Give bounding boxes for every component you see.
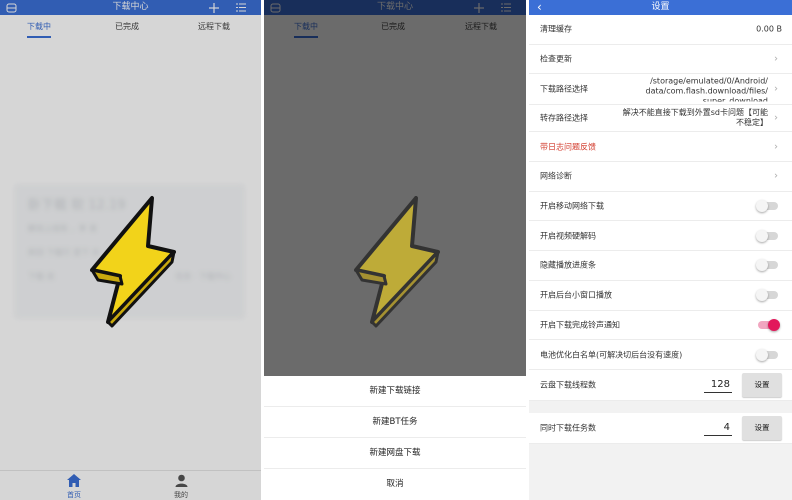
new-download-link-button[interactable]: 新建下载链接 xyxy=(264,376,526,407)
card-footer-right: 任务 · 下载中心 xyxy=(175,272,231,281)
row-label: 清理缓存 xyxy=(540,24,572,34)
check-update-row[interactable]: 检查更新 › xyxy=(529,44,792,75)
toggle-row-hide-progress: 隐藏播放进度条 xyxy=(529,251,792,281)
add-icon[interactable] xyxy=(471,0,486,15)
row-label: 下载路径选择 xyxy=(540,84,588,94)
chevron-right-icon: › xyxy=(774,53,778,65)
user-icon xyxy=(161,474,201,488)
section-divider xyxy=(529,400,792,413)
ringtone-notify-toggle[interactable] xyxy=(758,318,780,331)
row-label: 检查更新 xyxy=(540,54,572,64)
row-label: 隐藏播放进度条 xyxy=(540,260,596,270)
card-footer-left: 下载 说 xyxy=(28,272,55,281)
chevron-right-icon: › xyxy=(774,83,778,95)
path-line: data/com.flash.download/files/ xyxy=(645,86,769,96)
tab-downloading[interactable]: 下载中 xyxy=(27,21,51,38)
row-label: 同时下载任务数 xyxy=(540,423,596,433)
toggle-row-background-window: 开启后台小窗口播放 xyxy=(529,280,792,311)
row-label: 开启移动网络下载 xyxy=(540,201,604,211)
new-cloud-download-button[interactable]: 新建网盘下载 xyxy=(264,438,526,469)
toggle-row-battery-whitelist: 电池优化白名单(可解决切后台没有速度) xyxy=(529,340,792,370)
cloud-threads-input[interactable]: 128 xyxy=(704,378,732,393)
tab-completed[interactable]: 已完成 xyxy=(381,21,405,32)
row-label: 电池优化白名单(可解决切后台没有速度) xyxy=(540,350,683,360)
path-line: 解决不能直接下载到外置sd卡问题【可能 xyxy=(622,108,768,118)
toggle-row-mobile-network: 开启移动网络下载 xyxy=(529,191,792,222)
tab-remote-download[interactable]: 远程下载 xyxy=(465,21,497,32)
download-path-value: /storage/emulated/0/Android/ data/com.fl… xyxy=(646,77,769,102)
title-bar: 下载中心 xyxy=(264,0,526,15)
concurrent-tasks-row: 同时下载任务数 4 设置 xyxy=(529,412,792,444)
toggle-row-hw-decode: 开启视频硬解码 xyxy=(529,221,792,252)
background-window-toggle[interactable] xyxy=(756,289,778,302)
log-feedback-row[interactable]: 带日志问题反馈 › xyxy=(529,132,792,163)
cache-size-value: 0.00 B xyxy=(756,24,782,34)
transfer-path-row[interactable]: 转存路径选择 解决不能直接下载到外置sd卡问题【可能 不稳定】 › xyxy=(529,105,792,133)
path-line: /storage/emulated/0/Android/ xyxy=(650,76,768,86)
row-label: 网络诊断 xyxy=(540,171,572,181)
row-label: 带日志问题反馈 xyxy=(540,142,596,152)
lightning-logo-icon xyxy=(354,196,440,328)
download-center-screen: 下载中心 下载中 已完成 远程下载 卧下载 软 12.19 解说上线有 ，享 发… xyxy=(0,0,261,500)
home-icon xyxy=(54,474,94,488)
mobile-network-toggle[interactable] xyxy=(756,200,778,213)
cancel-button[interactable]: 取消 xyxy=(264,469,526,500)
nav-home[interactable]: 首页 xyxy=(54,474,94,500)
hide-progress-toggle[interactable] xyxy=(756,259,778,272)
row-label: 开启下载完成铃声通知 xyxy=(540,320,620,330)
menu-list-icon[interactable] xyxy=(233,0,248,15)
network-diagnosis-row[interactable]: 网络诊断 › xyxy=(529,162,792,192)
concurrent-tasks-input[interactable]: 4 xyxy=(704,421,732,436)
chevron-right-icon: › xyxy=(774,141,778,153)
new-task-sheet-screen: 下载中心 下载中 已完成 远程下载 新建下载链接 新建BT任务 新建网盘下载 取… xyxy=(264,0,526,500)
tab-downloading[interactable]: 下载中 xyxy=(294,21,318,38)
page-title: 下载中心 xyxy=(112,2,149,12)
set-concurrent-tasks-button[interactable]: 设置 xyxy=(742,415,782,440)
bottom-navigation: 首页 我的 xyxy=(0,470,261,500)
page-title: 下载中心 xyxy=(376,2,413,12)
path-line: 不稳定】 xyxy=(736,118,768,128)
title-bar: 下载中心 xyxy=(0,0,261,15)
toggle-row-ringtone: 开启下载完成铃声通知 xyxy=(529,310,792,341)
clear-cache-row[interactable]: 清理缓存 0.00 B xyxy=(529,15,792,45)
menu-list-icon[interactable] xyxy=(498,0,513,15)
chevron-right-icon: › xyxy=(774,112,778,124)
row-label: 开启后台小窗口播放 xyxy=(540,290,612,300)
title-bar: ‹ 设置 xyxy=(529,0,792,15)
cloud-threads-row: 云盘下载线程数 128 设置 xyxy=(529,369,792,401)
path-line: super_download xyxy=(702,96,768,102)
action-sheet: 新建下载链接 新建BT任务 新建网盘下载 取消 xyxy=(264,376,526,500)
lightning-logo-icon xyxy=(90,196,176,328)
tab-bar: 下载中 已完成 远程下载 xyxy=(0,15,261,39)
set-cloud-threads-button[interactable]: 设置 xyxy=(742,372,782,397)
tab-bar: 下载中 已完成 远程下载 xyxy=(264,15,526,39)
hardware-decode-toggle[interactable] xyxy=(756,229,778,242)
chevron-right-icon: › xyxy=(774,170,778,182)
add-icon[interactable] xyxy=(206,0,221,15)
new-bt-task-button[interactable]: 新建BT任务 xyxy=(264,407,526,438)
row-label: 云盘下载线程数 xyxy=(540,380,596,390)
tab-completed[interactable]: 已完成 xyxy=(115,21,139,32)
row-label: 开启视频硬解码 xyxy=(540,231,596,241)
battery-whitelist-toggle[interactable] xyxy=(756,348,778,361)
nav-mine[interactable]: 我的 xyxy=(161,474,201,500)
row-label: 转存路径选择 xyxy=(540,113,588,123)
settings-screen: ‹ 设置 清理缓存 0.00 B 检查更新 › 下载路径选择 /storage/… xyxy=(529,0,792,500)
download-path-row[interactable]: 下载路径选择 /storage/emulated/0/Android/ data… xyxy=(529,74,792,106)
nav-mine-label: 我的 xyxy=(174,491,188,499)
tab-remote-download[interactable]: 远程下载 xyxy=(198,21,230,32)
nav-home-label: 首页 xyxy=(67,491,81,499)
page-title: 设置 xyxy=(651,2,670,12)
transfer-path-value: 解决不能直接下载到外置sd卡问题【可能 不稳定】 xyxy=(623,108,768,128)
